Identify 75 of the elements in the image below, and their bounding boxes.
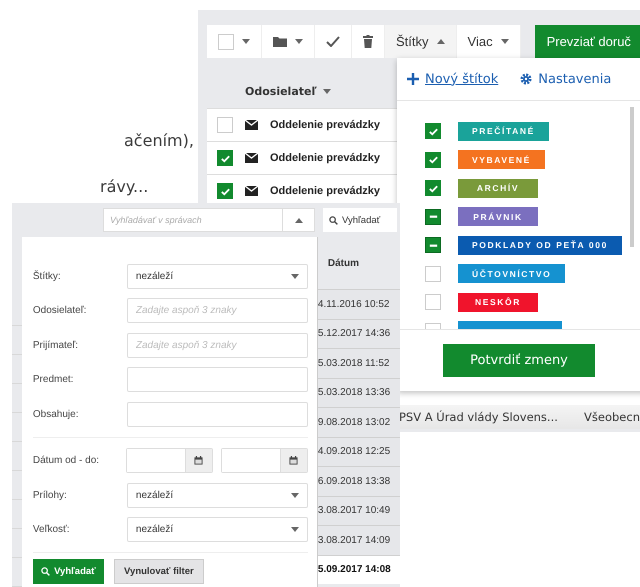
date-field[interactable] <box>220 448 308 474</box>
checkbox[interactable] <box>425 152 441 168</box>
checkbox[interactable] <box>425 180 441 196</box>
envelope-icon <box>245 120 258 130</box>
select-all-checkbox[interactable] <box>218 34 234 50</box>
settings-link[interactable]: Nastavenia <box>520 72 612 86</box>
sender-name: Oddelenie prevádzky <box>270 185 380 197</box>
select-field[interactable]: nezáleží <box>126 517 308 542</box>
confirm-changes-button[interactable]: Potvrdiť zmeny <box>443 344 595 377</box>
accept-delivery-button[interactable]: Prevziať doruč <box>534 25 640 58</box>
field-label: Predmet: <box>32 374 74 386</box>
field-label: Prílohy: <box>32 490 68 501</box>
table-cell-text: PSV A Úrad vlády Slovens... <box>398 410 559 424</box>
select-field[interactable]: nezáleží <box>126 482 308 508</box>
field-label: Obsahuje: <box>32 408 80 420</box>
check-icon <box>326 36 340 47</box>
sender-name: Oddelenie prevádzky <box>270 152 380 164</box>
label-tag[interactable]: PODKLADY OD PEŤA 000 <box>458 236 622 255</box>
field-label: Veľkosť: <box>32 524 71 536</box>
sender-name: Oddelenie prevádzky <box>270 119 380 131</box>
field-label: Štítky: <box>32 270 62 282</box>
caret-icon <box>500 39 509 44</box>
sort-caret-icon <box>322 89 331 94</box>
caret-icon <box>242 39 250 44</box>
calendar-icon <box>289 456 298 466</box>
calendar-button[interactable] <box>280 449 307 472</box>
caret-icon <box>436 39 445 44</box>
search-field[interactable]: Vyhľadávať v správach <box>103 208 283 232</box>
label-tag[interactable]: PRÁVNIK <box>458 207 538 226</box>
settings-icon <box>520 73 532 85</box>
checkbox[interactable] <box>425 208 441 225</box>
envelope-icon <box>245 153 258 163</box>
calendar-icon <box>194 456 204 466</box>
search-icon <box>329 216 338 224</box>
label-tag[interactable]: NESKÔR <box>458 292 538 312</box>
folder-icon <box>273 36 287 46</box>
column-header[interactable]: Dátum <box>328 258 360 268</box>
column-header[interactable]: Odosielateľ <box>245 85 317 98</box>
envelope-icon <box>245 186 258 196</box>
search-icon <box>41 567 50 576</box>
dropdown-caret-icon <box>290 492 299 498</box>
scrollbar[interactable] <box>630 107 634 247</box>
labels-button[interactable]: Štítky <box>385 25 457 58</box>
field-label: Odosielateľ: <box>32 305 88 316</box>
label-tag[interactable]: ÚČTOVNÍCTVO <box>458 264 566 284</box>
dropdown-caret-icon <box>290 274 299 279</box>
message-row[interactable]: PSV A Úrad vlády Slovens... Všeobecn <box>397 405 640 432</box>
checkbox[interactable] <box>217 183 233 199</box>
reset-filter-button[interactable]: Vynulovať filter <box>114 559 204 584</box>
paragraph-fragment: ačením), <box>124 131 194 150</box>
checkbox[interactable] <box>425 237 441 254</box>
dropdown-caret-icon <box>290 527 299 532</box>
check-icon <box>428 154 438 166</box>
caret-icon <box>294 218 302 222</box>
table-cell: Všeobecn <box>584 410 640 424</box>
field-label: Dátum od - do: <box>32 455 100 466</box>
input-field[interactable]: Zadajte aspoň 3 znaky <box>126 332 308 358</box>
input-field[interactable]: Zadajte aspoň 3 znaky <box>126 298 308 324</box>
date-cell: 5.09.2017 14:08 <box>318 554 400 584</box>
input-field[interactable] <box>126 367 308 392</box>
select-field[interactable]: nezáleží <box>126 264 308 289</box>
paragraph-fragment: rávy... <box>100 177 148 196</box>
date-field[interactable] <box>126 448 213 474</box>
search-button[interactable]: Vyhľadať <box>32 559 104 584</box>
field-label: Prijímateľ: <box>32 340 80 351</box>
input-field[interactable] <box>126 402 308 427</box>
search-button[interactable]: Vyhľadať <box>323 208 397 232</box>
checkbox[interactable] <box>425 123 441 140</box>
trash-icon <box>363 35 373 48</box>
advanced-search-toggle[interactable] <box>283 208 315 232</box>
calendar-button[interactable] <box>184 449 212 472</box>
caret-icon <box>295 39 303 44</box>
plus-icon <box>407 73 419 85</box>
checkbox[interactable] <box>217 150 233 166</box>
new-label-link[interactable]: Nový štítok <box>425 72 498 86</box>
